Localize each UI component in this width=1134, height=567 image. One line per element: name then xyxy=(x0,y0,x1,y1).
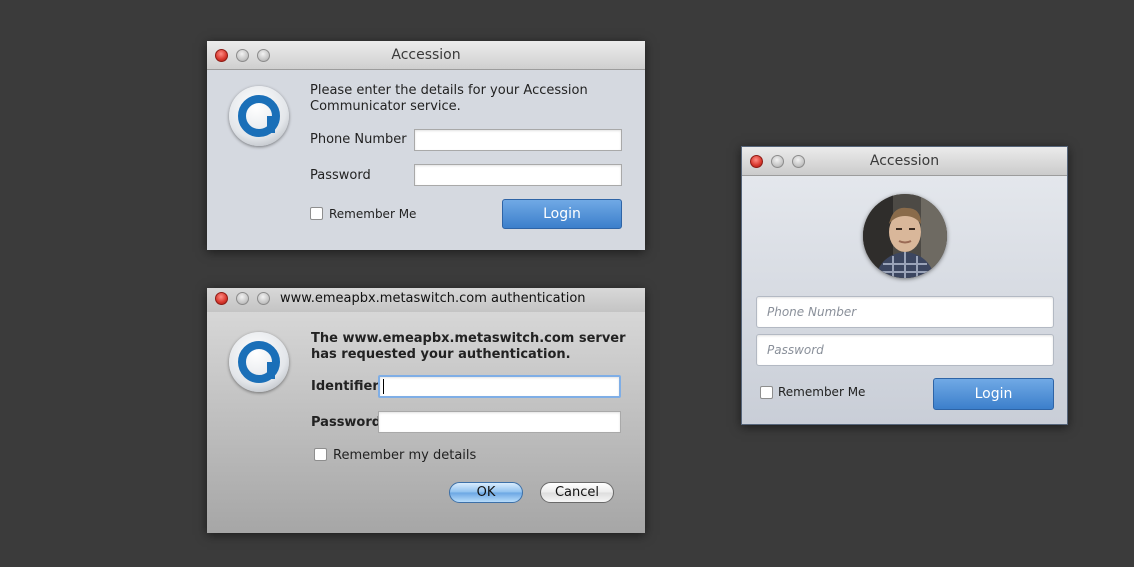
password-placeholder: Password xyxy=(767,343,824,357)
ok-button-label: OK xyxy=(476,485,496,500)
password-field[interactable] xyxy=(414,164,622,186)
accession-avatar-login-window: Accession Phone Number Password Remember… xyxy=(741,146,1068,425)
close-icon[interactable] xyxy=(215,292,228,305)
window-title: www.emeapbx.metaswitch.com authenticatio… xyxy=(280,291,586,306)
window-title: Accession xyxy=(391,47,461,63)
login-button-label: Login xyxy=(974,386,1013,402)
identifier-label: Identifier xyxy=(311,379,379,394)
window-titlebar[interactable]: Accession xyxy=(742,147,1067,176)
password-label: Password xyxy=(310,168,371,183)
password-field[interactable]: Password xyxy=(756,334,1054,366)
window-title: Accession xyxy=(869,153,940,169)
authentication-window: www.emeapbx.metaswitch.com authenticatio… xyxy=(207,288,645,533)
window-titlebar[interactable]: www.emeapbx.metaswitch.com authenticatio… xyxy=(207,288,645,312)
remember-me-checkbox[interactable] xyxy=(760,386,773,399)
auth-prompt-line2: has requested your authentication. xyxy=(311,347,571,362)
zoom-icon[interactable] xyxy=(257,292,270,305)
cancel-button-label: Cancel xyxy=(554,485,600,500)
identifier-field[interactable] xyxy=(378,375,621,398)
phone-number-field[interactable] xyxy=(414,129,622,151)
text-caret xyxy=(383,379,384,394)
accession-logo-icon xyxy=(229,332,289,392)
phone-number-field[interactable]: Phone Number xyxy=(756,296,1054,328)
intro-text: Please enter the details for your Access… xyxy=(310,83,588,114)
remember-me-checkbox[interactable] xyxy=(310,207,323,220)
login-button[interactable]: Login xyxy=(502,199,622,229)
login-button[interactable]: Login xyxy=(933,378,1054,410)
auth-prompt-line1: The www.emeapbx.metaswitch.com server xyxy=(311,331,626,346)
window-titlebar[interactable]: Accession xyxy=(207,41,645,70)
password-field[interactable] xyxy=(378,411,621,433)
ok-button[interactable]: OK xyxy=(449,482,523,503)
password-label: Password xyxy=(311,415,382,430)
cancel-button[interactable]: Cancel xyxy=(540,482,614,503)
accession-login-window: Accession Please enter the details for y… xyxy=(207,41,645,250)
remember-details-checkbox[interactable] xyxy=(314,448,327,461)
remember-me-label: Remember Me xyxy=(329,207,417,221)
user-avatar[interactable] xyxy=(863,194,947,278)
accession-logo-icon xyxy=(229,86,289,146)
phone-number-label: Phone Number xyxy=(310,132,407,147)
phone-number-placeholder: Phone Number xyxy=(767,305,857,319)
minimize-icon[interactable] xyxy=(236,292,249,305)
remember-details-label: Remember my details xyxy=(333,448,477,463)
login-button-label: Login xyxy=(543,206,581,222)
remember-me-label: Remember Me xyxy=(778,385,866,399)
